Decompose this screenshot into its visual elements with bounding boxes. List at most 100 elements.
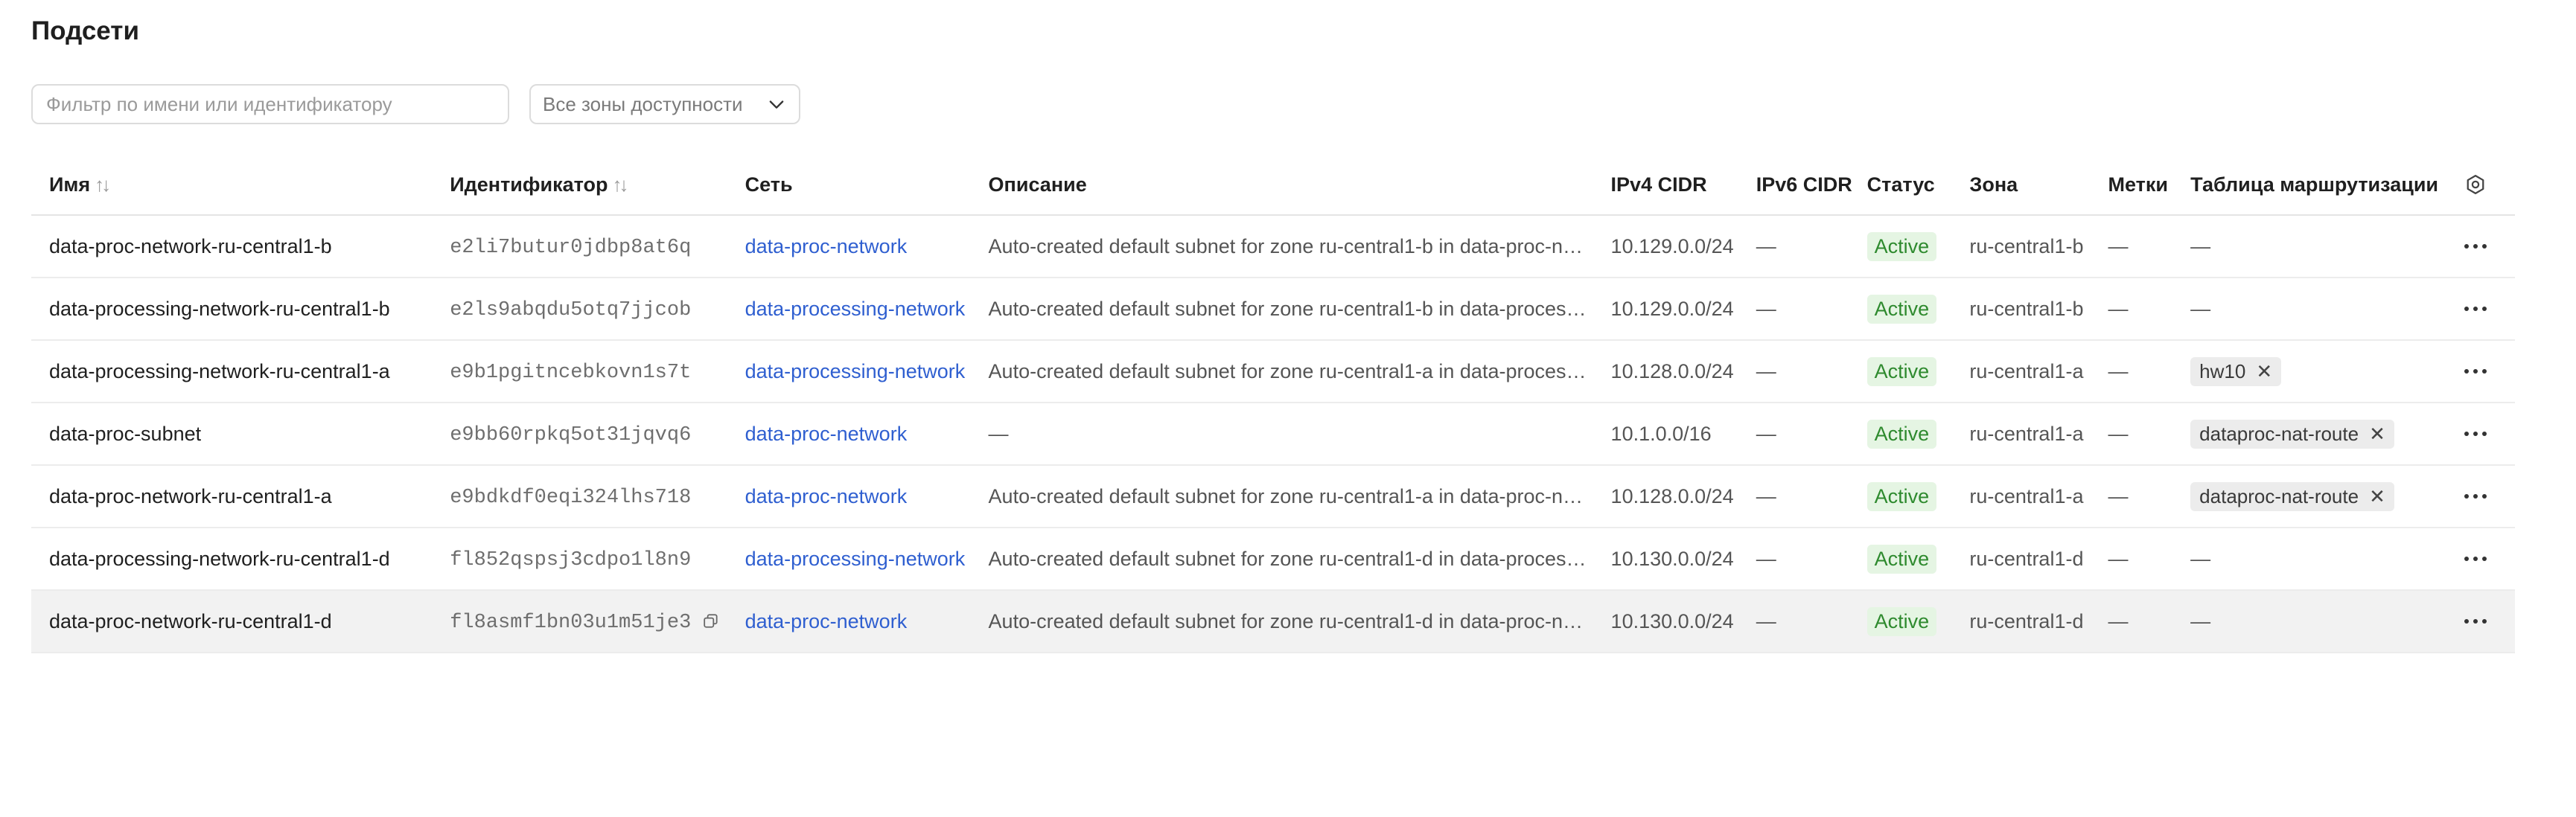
ipv6-cidr: — bbox=[1738, 528, 1849, 591]
subnet-name[interactable]: data-processing-network-ru-central1-b bbox=[31, 278, 433, 341]
network-cell: data-proc-network bbox=[727, 215, 971, 278]
table-row[interactable]: data-processing-network-ru-central1-a e9… bbox=[31, 340, 2515, 403]
table-row[interactable]: data-proc-network-ru-central1-a e9bdkdf0… bbox=[31, 465, 2515, 528]
status-badge: Active bbox=[1866, 356, 1937, 386]
labels: — bbox=[2090, 465, 2173, 528]
column-settings[interactable] bbox=[2436, 155, 2515, 216]
row-actions-cell bbox=[2436, 590, 2515, 653]
search-input[interactable] bbox=[31, 84, 509, 124]
zone: ru-central1-b bbox=[1951, 215, 2091, 278]
ipv6-cidr: — bbox=[1738, 465, 1849, 528]
subnet-id: fl852qspsj3cdpo1l8n9 bbox=[450, 548, 692, 571]
route-table-cell: hw10 ✕ bbox=[2172, 340, 2437, 403]
route-table-cell: — bbox=[2172, 215, 2437, 278]
network-link[interactable]: data-processing-network bbox=[745, 298, 966, 320]
gear-icon[interactable] bbox=[2436, 173, 2515, 196]
status-badge: Active bbox=[1866, 481, 1937, 511]
route-table-name: hw10 bbox=[2199, 359, 2246, 382]
subnet-name[interactable]: data-processing-network-ru-central1-a bbox=[31, 340, 433, 403]
status-cell: Active bbox=[1849, 278, 1952, 341]
network-link[interactable]: data-proc-network bbox=[745, 235, 908, 257]
subnet-id-cell: fl852qspsj3cdpo1l8n9 bbox=[432, 528, 727, 591]
status-cell: Active bbox=[1849, 403, 1952, 466]
network-link[interactable]: data-proc-network bbox=[745, 423, 908, 445]
ipv4-cidr: 10.130.0.0/24 bbox=[1593, 590, 1738, 653]
labels: — bbox=[2090, 403, 2173, 466]
close-icon[interactable]: ✕ bbox=[2256, 360, 2272, 383]
close-icon[interactable]: ✕ bbox=[2369, 423, 2385, 446]
network-link[interactable]: data-proc-network bbox=[745, 485, 908, 507]
table-row[interactable]: data-processing-network-ru-central1-d fl… bbox=[31, 528, 2515, 591]
labels: — bbox=[2090, 215, 2173, 278]
network-cell: data-processing-network bbox=[727, 528, 971, 591]
table-row[interactable]: data-processing-network-ru-central1-b e2… bbox=[31, 278, 2515, 341]
more-icon[interactable] bbox=[2436, 307, 2515, 311]
sort-icon[interactable]: ↑↓ bbox=[613, 173, 629, 196]
column-header-id[interactable]: Идентификатор ↑↓ bbox=[432, 155, 727, 216]
labels: — bbox=[2090, 590, 2173, 653]
subnet-id: fl8asmf1bn03u1m51je3 bbox=[450, 611, 692, 634]
subnet-description: Auto-created default subnet for zone ru-… bbox=[970, 340, 1593, 403]
close-icon[interactable]: ✕ bbox=[2369, 485, 2385, 508]
ipv6-cidr: — bbox=[1738, 215, 1849, 278]
more-icon[interactable] bbox=[2436, 619, 2515, 624]
column-header-route-table: Таблица маршрутизации bbox=[2172, 155, 2438, 216]
column-header-status: Статус bbox=[1849, 155, 1952, 216]
route-table-name: dataproc-nat-route bbox=[2199, 422, 2359, 445]
route-table-cell: dataproc-nat-route ✕ bbox=[2172, 465, 2437, 528]
copy-icon[interactable] bbox=[703, 613, 719, 629]
status-cell: Active bbox=[1849, 590, 1952, 653]
subnet-id-cell: e9bdkdf0eqi324lhs718 bbox=[432, 465, 727, 528]
subnet-name[interactable]: data-proc-network-ru-central1-a bbox=[31, 465, 433, 528]
subnet-id-cell: e2ls9abqdu5otq7jjcob bbox=[432, 278, 727, 341]
more-icon[interactable] bbox=[2436, 494, 2515, 499]
zone: ru-central1-a bbox=[1951, 403, 2091, 466]
more-icon[interactable] bbox=[2436, 244, 2515, 249]
table-row[interactable]: data-proc-network-ru-central1-d fl8asmf1… bbox=[31, 590, 2515, 653]
route-table-name: dataproc-nat-route bbox=[2199, 484, 2359, 507]
ipv6-cidr: — bbox=[1738, 278, 1849, 341]
subnet-name[interactable]: data-processing-network-ru-central1-d bbox=[31, 528, 433, 591]
subnet-name[interactable]: data-proc-network-ru-central1-b bbox=[31, 215, 433, 278]
subnet-description: Auto-created default subnet for zone ru-… bbox=[970, 278, 1593, 341]
subnet-name[interactable]: data-proc-network-ru-central1-d bbox=[31, 590, 433, 653]
subnets-table: Имя ↑↓ Идентификатор ↑↓ Сеть Описание IPv4… bbox=[31, 155, 2515, 653]
network-link[interactable]: data-proc-network bbox=[745, 610, 908, 632]
status-badge: Active bbox=[1866, 606, 1937, 636]
row-actions-cell bbox=[2436, 340, 2515, 403]
column-header-name[interactable]: Имя ↑↓ bbox=[31, 155, 433, 216]
network-cell: data-proc-network bbox=[727, 465, 971, 528]
sort-icon[interactable]: ↑↓ bbox=[95, 173, 111, 196]
row-actions-cell bbox=[2436, 215, 2515, 278]
subnet-description: Auto-created default subnet for zone ru-… bbox=[970, 528, 1593, 591]
row-actions-cell bbox=[2436, 403, 2515, 466]
labels: — bbox=[2090, 278, 2173, 341]
network-link[interactable]: data-processing-network bbox=[745, 360, 966, 382]
more-icon[interactable] bbox=[2436, 557, 2515, 561]
status-cell: Active bbox=[1849, 340, 1952, 403]
column-header-description: Описание bbox=[970, 155, 1593, 216]
status-badge: Active bbox=[1866, 544, 1937, 574]
subnet-description: — bbox=[970, 403, 1593, 466]
more-icon[interactable] bbox=[2436, 369, 2515, 374]
subnet-id: e9b1pgitncebkovn1s7t bbox=[450, 361, 692, 384]
chevron-down-icon bbox=[769, 100, 784, 109]
subnet-id: e2li7butur0jdbp8at6q bbox=[450, 236, 692, 259]
table-row[interactable]: data-proc-network-ru-central1-b e2li7but… bbox=[31, 215, 2515, 278]
more-icon[interactable] bbox=[2436, 432, 2515, 436]
subnet-name[interactable]: data-proc-subnet bbox=[31, 403, 433, 466]
status-cell: Active bbox=[1849, 528, 1952, 591]
subnet-id: e9bb60rpkq5ot31jqvq6 bbox=[450, 423, 692, 446]
labels: — bbox=[2090, 340, 2173, 403]
network-cell: data-processing-network bbox=[727, 340, 971, 403]
table-row[interactable]: data-proc-subnet e9bb60rpkq5ot31jqvq6 da… bbox=[31, 403, 2515, 466]
subnet-id-cell: fl8asmf1bn03u1m51je3 bbox=[432, 590, 727, 653]
route-table-cell: — bbox=[2172, 278, 2437, 341]
zone: ru-central1-d bbox=[1951, 528, 2091, 591]
zone-select[interactable]: Все зоны доступности bbox=[529, 84, 800, 124]
network-link[interactable]: data-processing-network bbox=[745, 548, 966, 570]
ipv4-cidr: 10.129.0.0/24 bbox=[1593, 215, 1738, 278]
network-cell: data-processing-network bbox=[727, 278, 971, 341]
network-cell: data-proc-network bbox=[727, 590, 971, 653]
route-table-tag: dataproc-nat-route ✕ bbox=[2190, 481, 2394, 511]
